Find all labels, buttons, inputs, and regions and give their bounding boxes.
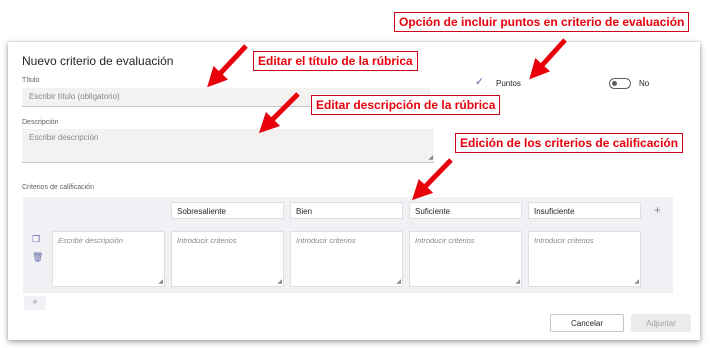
description-input[interactable]: Escribir descripción ◢: [22, 129, 434, 163]
criteria-cell-4[interactable]: Introducir criterios ◢: [528, 231, 641, 287]
criteria-cell-2[interactable]: Introducir criterios ◢: [290, 231, 403, 287]
criteria-placeholder: Introducir criterios: [534, 236, 594, 245]
criteria-cell-1[interactable]: Introducir criterios ◢: [171, 231, 284, 287]
description-placeholder: Escribir descripción: [29, 133, 99, 142]
column-header-1[interactable]: Sobresaliente: [171, 202, 284, 219]
title-placeholder: Escribir título (obligatorio): [29, 92, 120, 101]
resize-handle-icon[interactable]: ◢: [634, 278, 639, 285]
add-row-icon[interactable]: +: [24, 296, 46, 310]
criteria-cell-3[interactable]: Introducir criterios ◢: [409, 231, 522, 287]
points-label: Puntos: [496, 79, 521, 88]
toggle-knob: [612, 81, 617, 86]
title-label: Título: [22, 77, 40, 84]
resize-handle-icon[interactable]: ◢: [277, 278, 282, 285]
add-column-icon[interactable]: +: [654, 203, 661, 217]
column-header-2[interactable]: Bien: [290, 202, 403, 219]
criteria-placeholder: Introducir criterios: [415, 236, 475, 245]
row-description-input[interactable]: Escribir descripción ◢: [52, 231, 165, 287]
resize-handle-icon[interactable]: ◢: [428, 154, 433, 161]
resize-handle-icon[interactable]: ◢: [158, 278, 163, 285]
criteria-label: Criterios de calificación: [22, 184, 94, 191]
dialog-title: Nuevo criterio de evaluación: [22, 54, 174, 68]
copy-icon[interactable]: ❐: [32, 234, 40, 245]
edit-title-callout: Editar el título de la rúbrica: [253, 51, 418, 71]
criteria-placeholder: Introducir criterios: [177, 236, 237, 245]
points-toggle-state: No: [639, 79, 650, 88]
points-toggle[interactable]: [609, 78, 631, 89]
checkmark-icon: ✓: [475, 76, 485, 88]
column-header-3[interactable]: Suficiente: [409, 202, 522, 219]
criteria-placeholder: Introducir criterios: [296, 236, 356, 245]
add-button[interactable]: Adjuntar: [631, 314, 691, 332]
column-header-4[interactable]: Insuficiente: [528, 202, 641, 219]
description-label: Descripción: [22, 119, 59, 126]
resize-handle-icon[interactable]: ◢: [396, 278, 401, 285]
edit-description-callout: Editar descripción de la rúbrica: [311, 95, 501, 115]
edit-criteria-callout: Edición de los criterios de calificación: [455, 133, 684, 153]
new-rubric-dialog: Nuevo criterio de evaluación Título Escr…: [8, 42, 700, 340]
row-description-placeholder: Escribir descripción: [58, 236, 124, 245]
points-option-callout: Opción de incluir puntos en criterio de …: [394, 12, 690, 32]
trash-icon[interactable]: 🗑: [32, 252, 43, 263]
resize-handle-icon[interactable]: ◢: [515, 278, 520, 285]
cancel-button[interactable]: Cancelar: [550, 314, 624, 332]
